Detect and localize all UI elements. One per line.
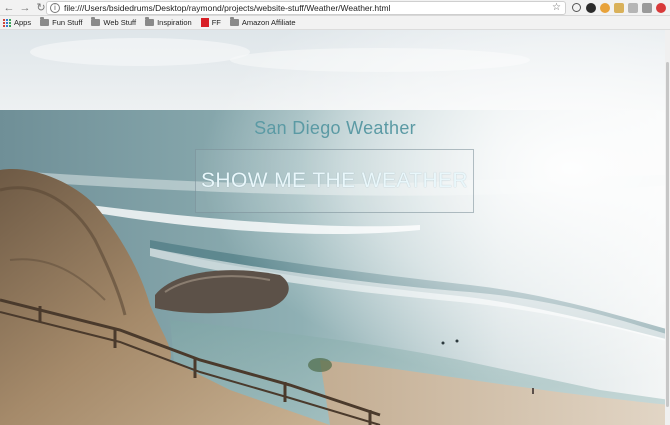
back-icon[interactable]: ← xyxy=(2,1,16,15)
scrollbar-thumb[interactable] xyxy=(666,62,669,407)
bookmark-label: Web Stuff xyxy=(103,18,137,27)
extension-mail-icon[interactable] xyxy=(614,3,624,13)
address-bar[interactable]: i file:///Users/bsidedrums/Desktop/raymo… xyxy=(46,1,566,15)
extension-red-icon[interactable] xyxy=(656,3,666,13)
bookmark-inspiration[interactable]: Inspiration xyxy=(145,17,192,27)
folder-icon xyxy=(40,17,50,26)
bookmark-star-icon[interactable]: ☆ xyxy=(552,2,561,14)
page-title: San Diego Weather xyxy=(254,118,416,138)
show-weather-button-label: SHOW ME THE WEATHER xyxy=(201,169,468,192)
forward-icon[interactable]: → xyxy=(18,1,32,15)
info-icon[interactable]: i xyxy=(50,3,60,13)
url-text: file:///Users/bsidedrums/Desktop/raymond… xyxy=(64,3,391,13)
extension-box-icon[interactable] xyxy=(642,3,652,13)
bookmark-label: Inspiration xyxy=(157,18,192,27)
bookmark-web-stuff[interactable]: Web Stuff xyxy=(91,17,137,27)
bookmark-label: Fun Stuff xyxy=(52,18,83,27)
folder-icon xyxy=(91,17,101,26)
history-icon[interactable] xyxy=(572,3,581,12)
folder-icon xyxy=(229,17,239,26)
bookmark-label: Apps xyxy=(14,18,32,27)
beach-background-image xyxy=(0,30,670,425)
extension-dark-icon[interactable] xyxy=(586,3,596,13)
apps-icon xyxy=(3,18,11,27)
folder-icon xyxy=(145,17,155,26)
ff-icon xyxy=(200,18,209,27)
bookmark-label: FF xyxy=(211,18,221,27)
bookmark-amazon-affiliate[interactable]: Amazon Affiliate xyxy=(229,17,296,27)
bookmark-apps[interactable]: Apps xyxy=(3,18,31,27)
browser-toolbar: ← → ↻ i file:///Users/bsidedrums/Desktop… xyxy=(0,0,670,16)
extension-gray-icon[interactable] xyxy=(628,3,638,13)
bookmark-ff[interactable]: FF xyxy=(200,18,221,27)
bookmark-label: Amazon Affiliate xyxy=(241,18,296,27)
show-weather-button[interactable]: SHOW ME THE WEATHER xyxy=(195,149,474,213)
page-scrollbar[interactable] xyxy=(665,30,670,425)
bookmarks-bar: Apps Fun Stuff Web Stuff Inspiration FF … xyxy=(0,16,670,30)
extension-orange-icon[interactable] xyxy=(600,3,610,13)
page-viewport: San Diego Weather SHOW ME THE WEATHER xyxy=(0,30,670,425)
bookmark-fun-stuff[interactable]: Fun Stuff xyxy=(40,17,83,27)
